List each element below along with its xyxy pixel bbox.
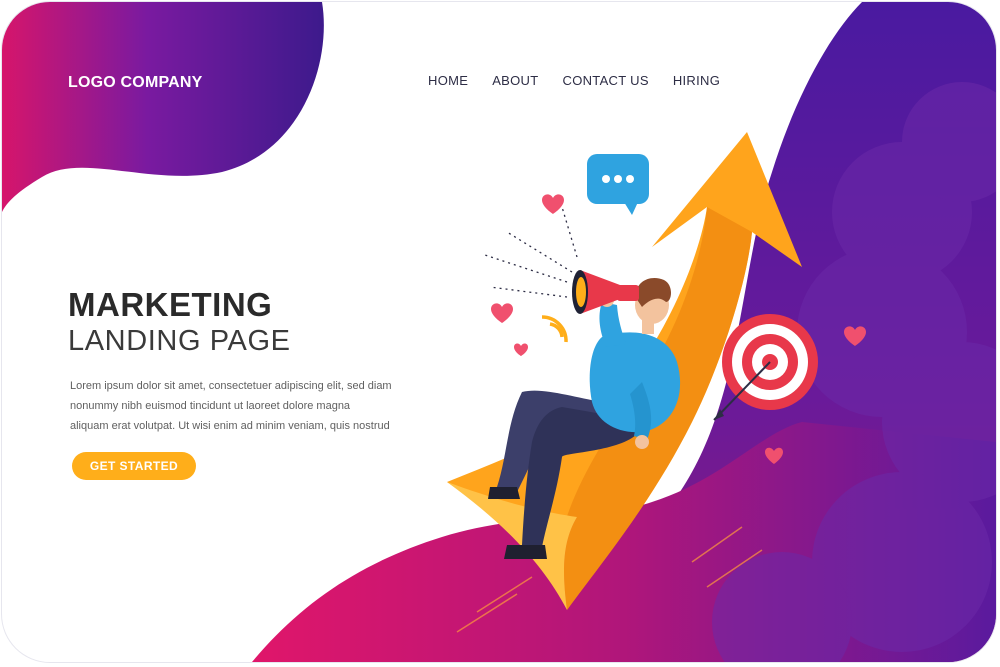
hero-subtitle: LANDING PAGE [68,325,291,357]
get-started-button[interactable]: GET STARTED [72,452,196,480]
nav-item-hiring[interactable]: HIRING [673,73,720,88]
nav-item-home[interactable]: HOME [428,73,468,88]
target-icon [713,314,818,421]
page-frame: LOGO COMPANY HOME ABOUT CONTACT US HIRIN… [0,0,1000,667]
hero-body-line: Lorem ipsum dolor sit amet, consectetuer… [70,380,392,392]
hero-body-line: nonummy nibh euismod tincidunt ut laoree… [70,400,351,412]
hero-body-line: aliquam erat volutpat. Ut wisi enim ad m… [70,420,390,432]
top-nav: HOME ABOUT CONTACT US HIRING [428,73,720,88]
hero-title: MARKETING [68,286,273,323]
sound-dots [481,206,578,298]
landing-page-card: LOGO COMPANY HOME ABOUT CONTACT US HIRIN… [2,2,996,662]
speech-bubble-icon [587,154,649,215]
hero-body-text: Lorem ipsum dolor sit amet, consectetuer… [70,376,415,436]
nav-item-contact-us[interactable]: CONTACT US [563,73,649,88]
logo-text[interactable]: LOGO COMPANY [68,74,203,92]
signal-waves-icon [541,315,568,343]
nav-item-about[interactable]: ABOUT [492,73,538,88]
